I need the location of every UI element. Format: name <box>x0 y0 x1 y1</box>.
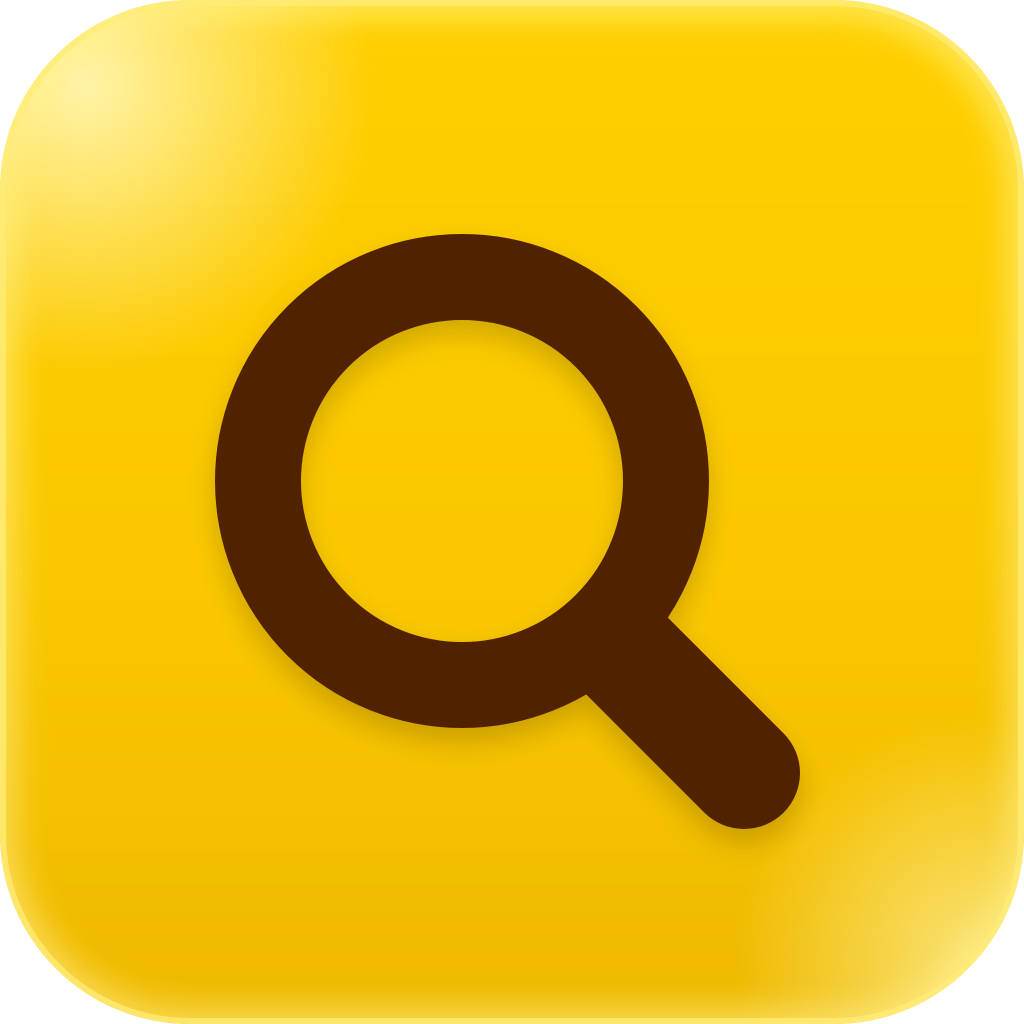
magnifying-glass-icon <box>215 234 800 829</box>
handle <box>566 595 800 829</box>
app-icon[interactable] <box>0 0 1024 1024</box>
